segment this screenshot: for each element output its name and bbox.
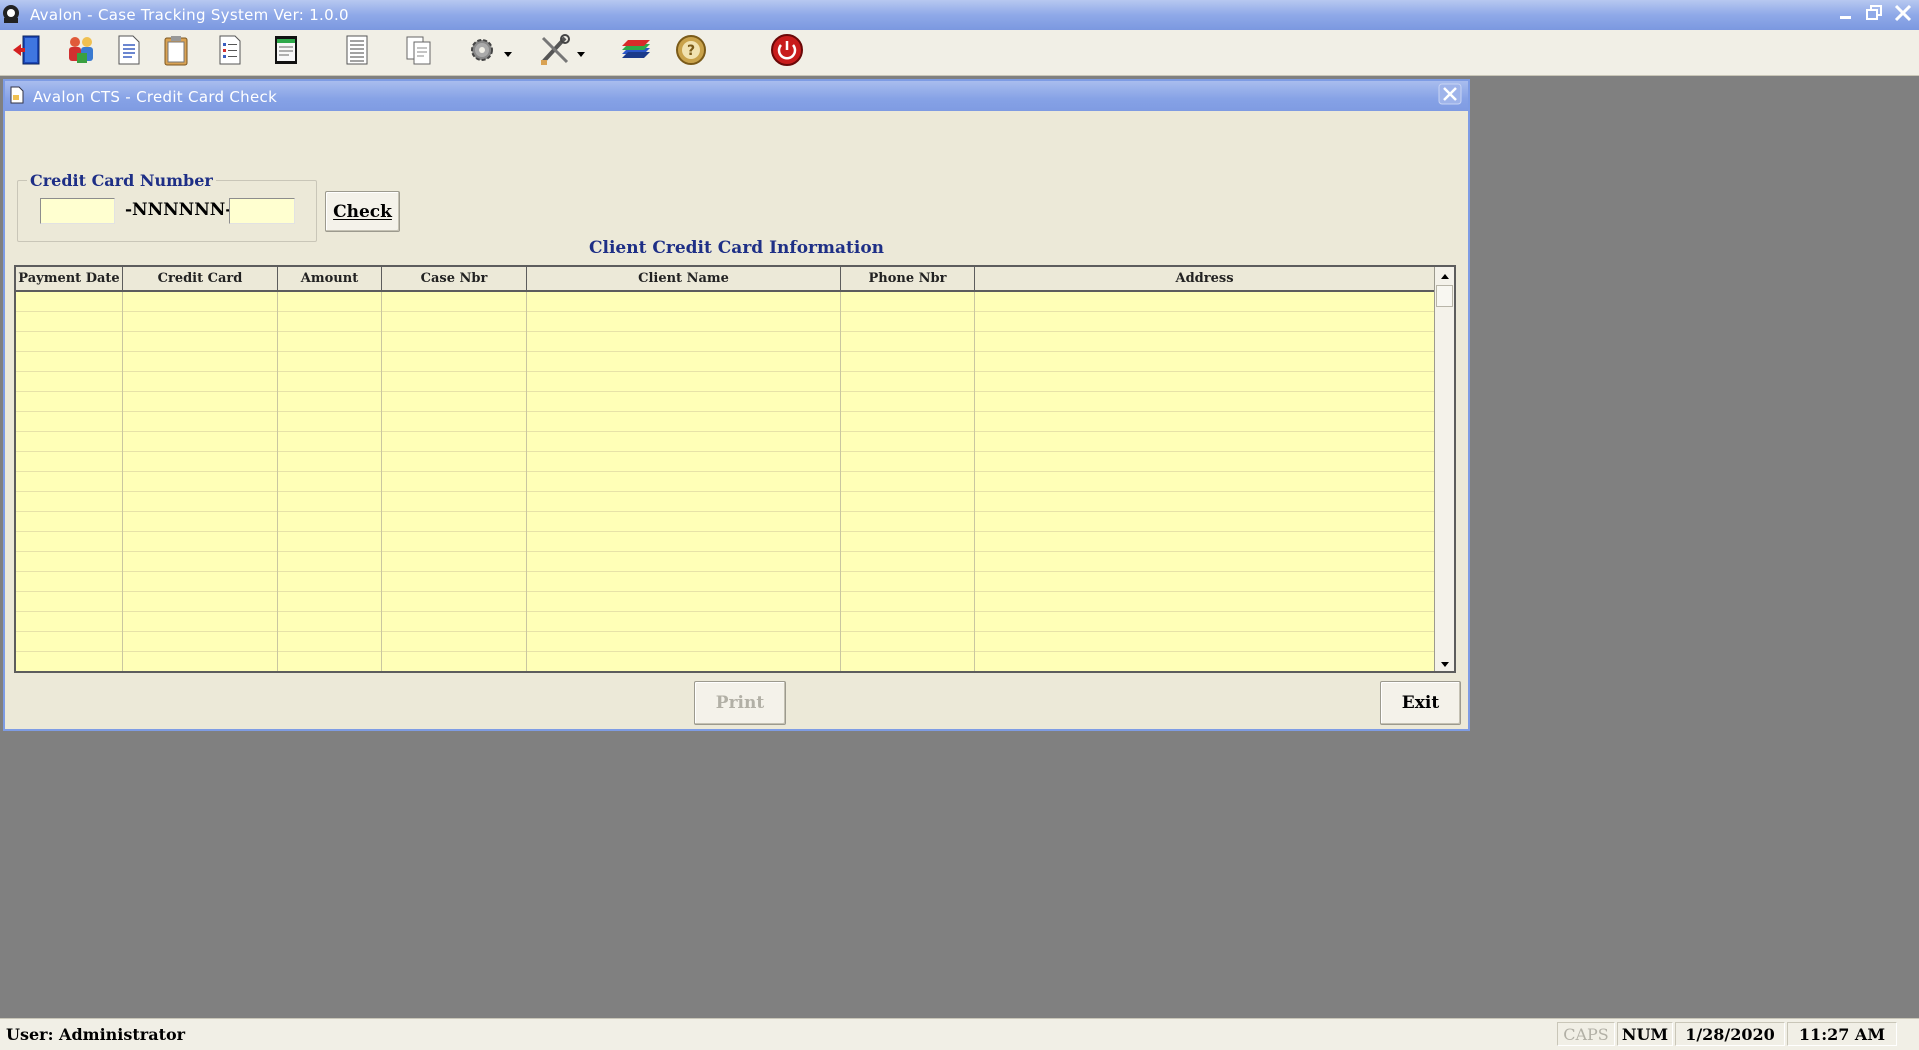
col-credit-card[interactable]: Credit Card (123, 267, 278, 290)
grid-divider (974, 292, 975, 671)
report-button[interactable] (337, 33, 377, 71)
help-button[interactable]: ? (671, 33, 711, 71)
clipboard-button[interactable] (156, 33, 196, 71)
document-button[interactable] (109, 33, 149, 71)
child-window-title: Avalon CTS - Credit Card Check (33, 88, 278, 106)
arrow-up-icon (1440, 267, 1450, 285)
close-button[interactable] (1890, 4, 1916, 26)
settings-gear-icon (465, 33, 499, 71)
card-first-digits-input[interactable] (40, 198, 115, 224)
main-title-bar: Avalon - Case Tracking System Ver: 1.0.0 (0, 0, 1919, 30)
print-button[interactable]: Print (694, 681, 786, 725)
checklist-button[interactable] (210, 33, 250, 71)
avalon-app-icon[interactable] (2, 4, 20, 24)
notepad-button[interactable] (266, 33, 306, 71)
card-mask-text: -NNNNNN- (125, 200, 233, 220)
check-button-label: Check (333, 201, 392, 222)
scroll-thumb[interactable] (1436, 285, 1453, 307)
tools-icon (538, 33, 572, 71)
credit-card-number-label: Credit Card Number (27, 171, 216, 190)
minimize-button[interactable] (1833, 4, 1859, 26)
col-client-name[interactable]: Client Name (527, 267, 841, 290)
caret-down-icon (503, 43, 513, 62)
card-last-digits-input[interactable] (229, 198, 295, 224)
checklist-icon (213, 33, 247, 71)
credit-card-number-group: Credit Card Number -NNNNNN- (17, 171, 317, 242)
exit-door-icon (11, 33, 45, 71)
close-icon (1893, 4, 1913, 26)
status-date: 1/28/2020 (1675, 1022, 1785, 1046)
grid-divider (526, 292, 527, 671)
grid-divider (122, 292, 123, 671)
grid-divider (277, 292, 278, 671)
child-close-button[interactable] (1438, 83, 1462, 109)
scroll-up-button[interactable] (1436, 267, 1453, 284)
toolbar: ? (0, 30, 1919, 76)
scroll-down-button[interactable] (1436, 654, 1453, 671)
grid-header: Payment Date Credit Card Amount Case Nbr… (16, 267, 1434, 292)
col-phone-nbr[interactable]: Phone Nbr (841, 267, 975, 290)
notepad-icon (269, 33, 303, 71)
exit-door-button[interactable] (8, 33, 48, 71)
grid-body[interactable] (16, 292, 1434, 671)
app-title: Avalon - Case Tracking System Ver: 1.0.0 (30, 6, 349, 24)
caret-down-icon (576, 43, 586, 62)
arrow-down-icon (1440, 653, 1450, 671)
section-title: Client Credit Card Information (588, 238, 885, 258)
col-amount[interactable]: Amount (278, 267, 382, 290)
print-button-label: Print (715, 693, 765, 713)
minimize-icon (1836, 4, 1856, 26)
col-address[interactable]: Address (975, 267, 1434, 290)
copy-documents-icon (402, 33, 436, 71)
layers-button[interactable] (616, 33, 656, 71)
exit-button-label: Exit (1401, 693, 1440, 713)
document-icon (112, 33, 146, 71)
settings-dropdown[interactable] (502, 33, 514, 71)
grid-vertical-scrollbar[interactable] (1434, 267, 1454, 671)
child-title-bar: Avalon CTS - Credit Card Check (5, 81, 1468, 111)
layers-icon (619, 33, 653, 71)
document-window-icon (9, 86, 25, 104)
power-button[interactable] (767, 33, 807, 71)
help-icon: ? (674, 33, 708, 71)
grid-divider (840, 292, 841, 671)
credit-card-check-window: Avalon CTS - Credit Card Check Credit Ca… (3, 79, 1470, 731)
copy-documents-button[interactable] (399, 33, 439, 71)
status-user: User: Administrator (6, 1025, 186, 1044)
svg-text:?: ? (687, 43, 695, 59)
settings-button[interactable] (462, 33, 502, 71)
clients-button[interactable] (62, 33, 102, 71)
status-bar: User: Administrator CAPS NUM 1/28/2020 1… (0, 1018, 1919, 1050)
status-caps: CAPS (1557, 1022, 1615, 1046)
clients-icon (65, 33, 99, 71)
report-icon (340, 33, 374, 71)
col-payment-date[interactable]: Payment Date (16, 267, 123, 290)
close-icon (1438, 83, 1462, 109)
tools-button[interactable] (535, 33, 575, 71)
check-button[interactable]: Check (325, 191, 400, 232)
status-num: NUM (1617, 1022, 1673, 1046)
grid-divider (381, 292, 382, 671)
credit-card-grid[interactable]: Payment Date Credit Card Amount Case Nbr… (14, 265, 1456, 673)
power-icon (770, 33, 804, 71)
tools-dropdown[interactable] (575, 33, 587, 71)
clipboard-icon (159, 33, 193, 71)
restore-icon (1864, 4, 1884, 26)
status-time: 11:27 AM (1787, 1022, 1897, 1046)
exit-button[interactable]: Exit (1380, 681, 1461, 725)
restore-button[interactable] (1861, 4, 1887, 26)
col-case-nbr[interactable]: Case Nbr (382, 267, 527, 290)
